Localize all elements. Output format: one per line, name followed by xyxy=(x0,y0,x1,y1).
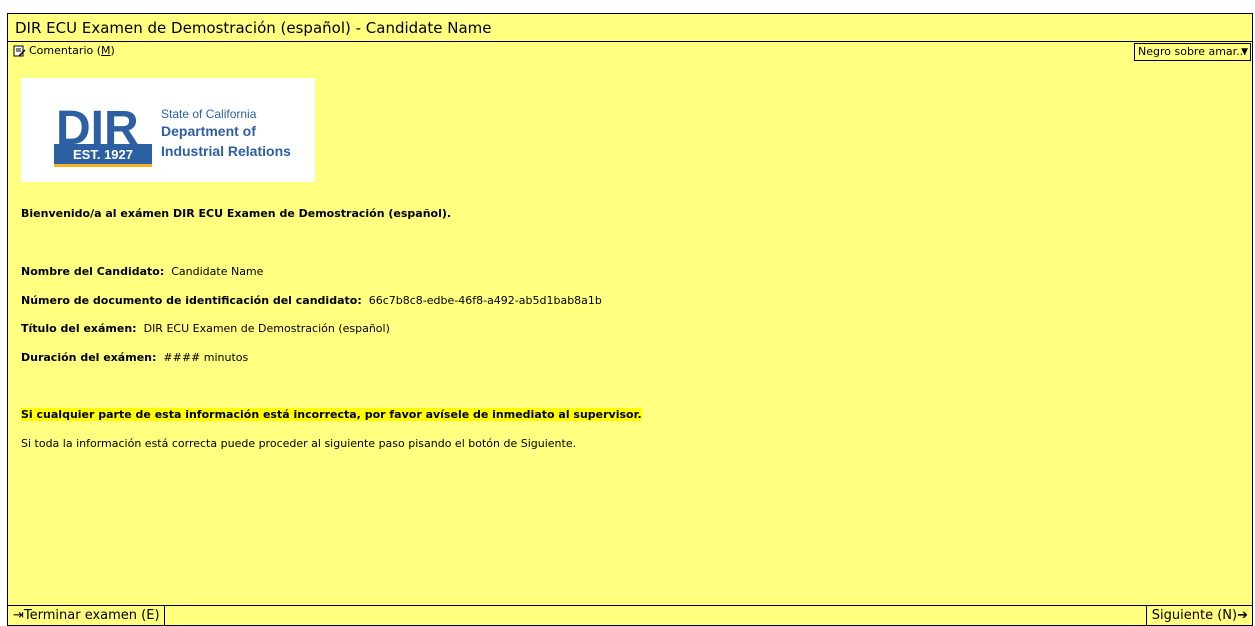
title-bar: DIR ECU Examen de Demostración (español)… xyxy=(8,14,1252,42)
logo-dept-line1: Department of xyxy=(161,123,256,139)
field-value: Candidate Name xyxy=(171,265,264,278)
color-theme-value: Negro sobre amar... xyxy=(1138,45,1247,58)
end-exam-label: Terminar examen (E) xyxy=(23,608,160,623)
next-label: Siguiente (N) xyxy=(1151,608,1238,623)
toolbar: Comentario (M) Negro sobre amar... ▼ xyxy=(8,42,1252,65)
arrow-right-icon: ➔ xyxy=(1237,608,1248,623)
end-exam-button[interactable]: ⇥Terminar examen (E) xyxy=(8,606,165,625)
exam-duration-row: Duración del exámen: #### minutos xyxy=(21,351,248,364)
exit-icon: ⇥ xyxy=(13,608,24,623)
color-theme-select[interactable]: Negro sobre amar... ▼ xyxy=(1134,43,1251,61)
candidate-id-row: Número de documento de identificación de… xyxy=(21,294,602,307)
window-title: DIR ECU Examen de Demostración (español)… xyxy=(15,19,492,37)
field-label: Número de documento de identificación de… xyxy=(21,294,362,307)
warning-text: Si cualquier parte de esta información e… xyxy=(21,408,642,421)
field-value: 66c7b8c8-edbe-46f8-a492-ab5d1bab8a1b xyxy=(368,294,602,307)
comment-icon xyxy=(13,45,26,57)
field-label: Duración del exámen: xyxy=(21,351,157,364)
field-value: DIR ECU Examen de Demostración (español) xyxy=(143,322,390,335)
bottom-bar: ⇥Terminar examen (E) Siguiente (N)➔ xyxy=(8,605,1252,625)
field-label: Nombre del Candidato: xyxy=(21,265,165,278)
candidate-name-row: Nombre del Candidato: Candidate Name xyxy=(21,265,263,278)
instruction-text: Si toda la información está correcta pue… xyxy=(21,437,577,450)
comment-label: Comentario (M) xyxy=(29,44,115,57)
exam-window: DIR ECU Examen de Demostración (español)… xyxy=(7,13,1253,626)
logo-dept-line2: Industrial Relations xyxy=(161,143,291,159)
logo-state: State of California xyxy=(161,107,257,121)
chevron-down-icon: ▼ xyxy=(1241,47,1248,57)
exam-title-row: Título del exámen: DIR ECU Examen de Dem… xyxy=(21,322,390,335)
welcome-text: Bienvenido/a al exámen DIR ECU Examen de… xyxy=(21,207,452,220)
field-label: Título del exámen: xyxy=(21,322,137,335)
field-value: #### minutos xyxy=(163,351,249,364)
next-button[interactable]: Siguiente (N)➔ xyxy=(1145,606,1252,625)
dir-logo: DIR EST. 1927 State of California Depart… xyxy=(21,78,315,182)
logo-established: EST. 1927 xyxy=(73,147,133,162)
comment-button[interactable]: Comentario (M) xyxy=(13,44,115,57)
